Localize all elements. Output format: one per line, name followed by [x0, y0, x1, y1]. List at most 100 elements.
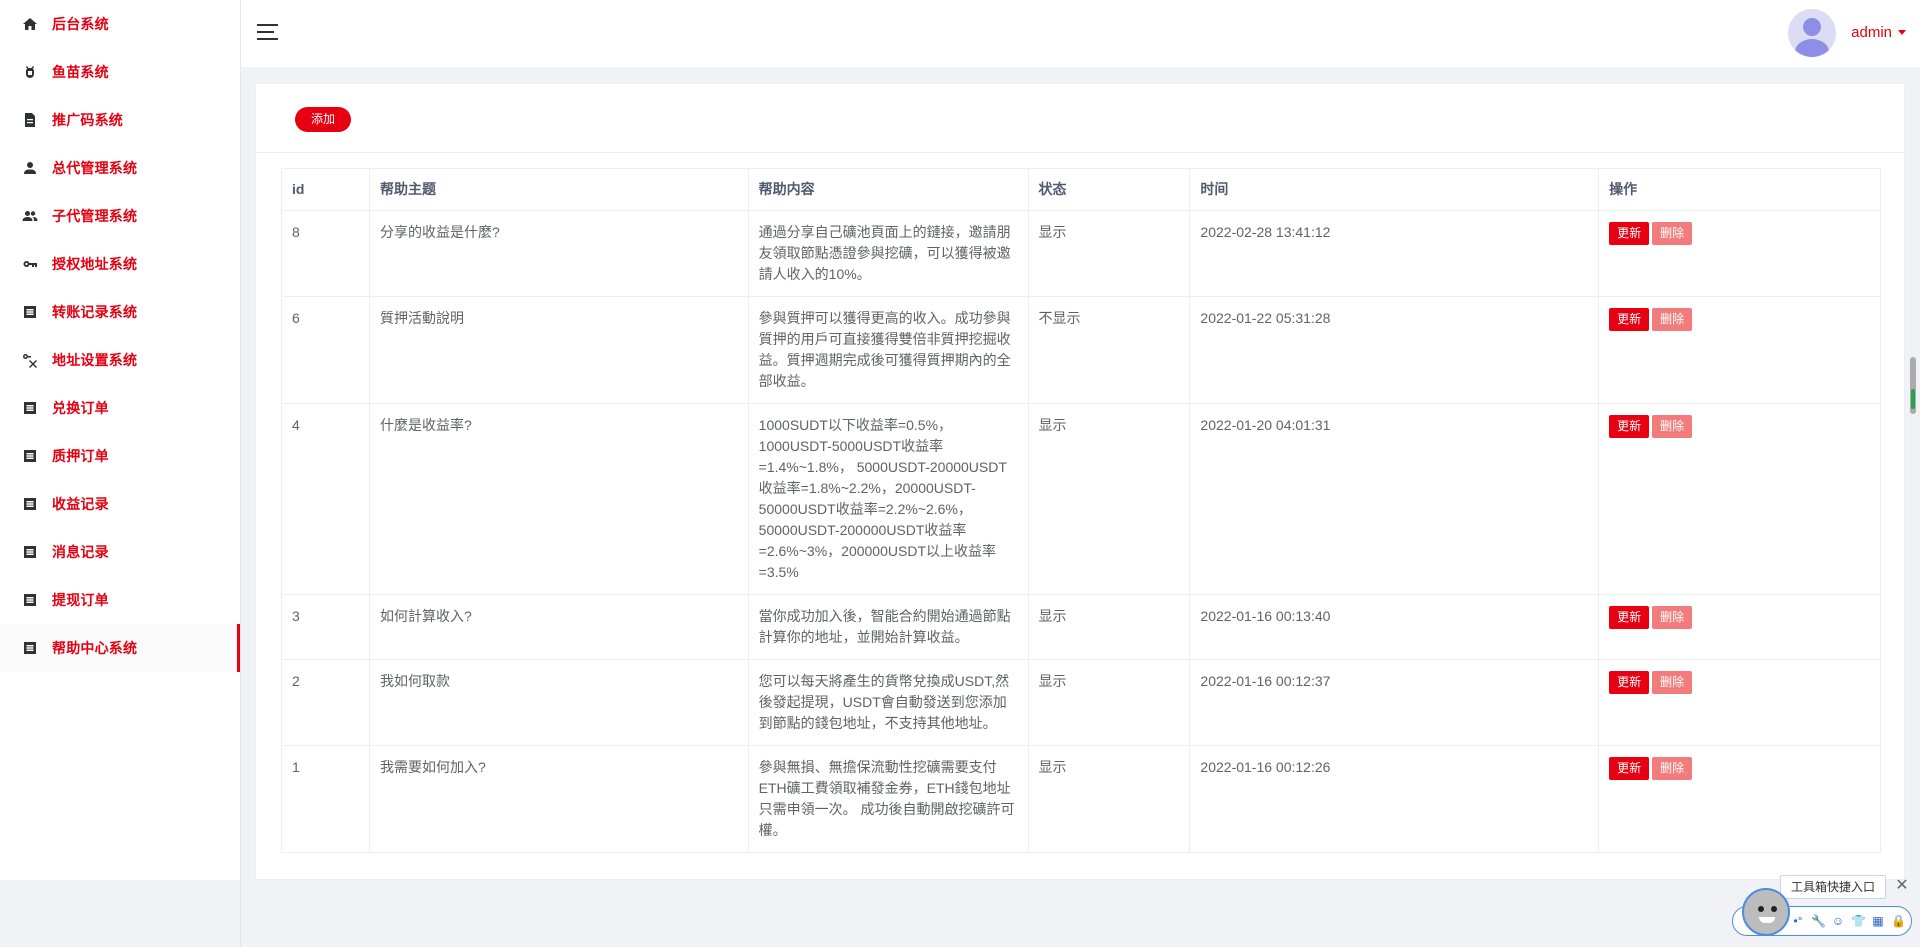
caret-down-icon [1898, 30, 1906, 35]
grid-icon[interactable]: ▦ [1871, 914, 1885, 928]
cell-topic: 如何計算收入? [368, 594, 749, 660]
table-row: 4 什麼是收益率? 1000SUDT以下收益率=0.5%，1000USDT-5000… [281, 403, 1881, 595]
cell-id: 3 [281, 594, 370, 660]
cell-topic: 我需要如何加入? [368, 745, 749, 853]
cell-status: 显示 [1027, 659, 1191, 746]
sidebar-item-11[interactable]: 消息记录 [0, 528, 240, 576]
sidebar-item-label: 后台系统 [52, 16, 109, 32]
sidebar-item-1[interactable]: 鱼苗系统 [0, 48, 240, 96]
sidebar-item-7[interactable]: 地址设置系统 [0, 336, 240, 384]
menu-toggle-icon[interactable] [257, 24, 278, 42]
cell-actions: 更新 删除 [1598, 403, 1881, 595]
cell-id: 6 [281, 296, 370, 404]
cell-time: 2022-01-22 05:31:28 [1189, 296, 1600, 404]
delete-button[interactable]: 删除 [1652, 671, 1693, 694]
sidebar-item-12[interactable]: 提现订单 [0, 576, 240, 624]
cell-topic: 分享的收益是什麼? [368, 210, 749, 297]
cell-time: 2022-01-16 00:12:37 [1189, 659, 1600, 746]
sidebar: 后台系统鱼苗系统推广码系统总代管理系统子代管理系统 授权地址系统转账记录系统地址设… [0, 0, 240, 880]
add-button[interactable]: 添加 [295, 107, 352, 132]
cell-topic: 我如何取款 [368, 659, 749, 746]
table-row: 3 如何計算收入? 當你成功加入後，智能合約開始通過節點計算你的地址，並開始計算收益… [281, 594, 1881, 660]
punctuation-icon[interactable]: •° [1791, 914, 1805, 928]
list-icon [22, 640, 38, 656]
sidebar-item-3[interactable]: 总代管理系统 [0, 144, 240, 192]
wrench-icon[interactable]: 🔧 [1811, 914, 1826, 928]
cell-status: 显示 [1027, 594, 1191, 660]
col-header-topic: 帮助主题 [368, 168, 749, 211]
sidebar-item-label: 帮助中心系统 [52, 640, 138, 656]
list-icon [22, 544, 38, 560]
table-header-row: id 帮助主题 帮助内容 状态 时间 操作 [281, 168, 1881, 211]
toolbox-label[interactable]: 工具箱快捷入口 [1779, 875, 1886, 899]
card-toolbar: 添加 [256, 84, 1904, 153]
content-card: 添加 id 帮助主题 帮助内容 状态 时间 操作 8 分享的收益是什麼? 通過分享自… [255, 83, 1905, 880]
delete-button[interactable]: 删除 [1652, 757, 1693, 780]
cell-actions: 更新 删除 [1598, 659, 1881, 746]
update-button[interactable]: 更新 [1609, 606, 1650, 629]
cell-id: 8 [281, 210, 370, 297]
sidebar-item-4[interactable]: 子代管理系统 [0, 192, 240, 240]
update-button[interactable]: 更新 [1609, 671, 1650, 694]
cell-actions: 更新 删除 [1598, 745, 1881, 853]
list-icon [22, 448, 38, 464]
close-icon[interactable]: ✕ [1892, 876, 1912, 896]
cell-id: 1 [281, 745, 370, 853]
cell-status: 显示 [1027, 745, 1191, 853]
sidebar-item-label: 收益记录 [52, 496, 109, 512]
sidebar-item-5[interactable]: 授权地址系统 [0, 240, 240, 288]
sidebar-item-label: 转账记录系统 [52, 304, 138, 320]
cell-content: 參與質押可以獲得更高的收入。成功參與質押的用戶可直接獲得雙倍非質押挖掘收益。質押… [747, 296, 1029, 404]
sidebar-item-6[interactable]: 转账记录系统 [0, 288, 240, 336]
update-button[interactable]: 更新 [1609, 222, 1650, 245]
sidebar-item-13[interactable]: 帮助中心系统 [0, 624, 240, 672]
cell-actions: 更新 删除 [1598, 210, 1881, 297]
cell-time: 2022-01-16 00:12:26 [1189, 745, 1600, 853]
delete-button[interactable]: 删除 [1652, 308, 1693, 331]
table-row: 2 我如何取款 您可以每天將產生的貨幣兌換成USDT,然後發起提現，USDT會自動發… [281, 659, 1881, 746]
username-label: admin [1851, 24, 1892, 41]
sidebar-item-8[interactable]: 兑换订单 [0, 384, 240, 432]
emoji-icon[interactable]: ☺ [1831, 914, 1845, 928]
sidebar-item-label: 总代管理系统 [52, 160, 138, 176]
update-button[interactable]: 更新 [1609, 415, 1650, 438]
list-icon [22, 400, 38, 416]
table-row: 6 質押活動說明 參與質押可以獲得更高的收入。成功參與質押的用戶可直接獲得雙倍非質押… [281, 296, 1881, 404]
sidebar-item-label: 推广码系统 [52, 112, 123, 128]
cell-id: 4 [281, 403, 370, 595]
table-row: 8 分享的收益是什麼? 通過分享自己礦池頁面上的鏈接，邀請朋友領取節點憑證參與挖礦，… [281, 210, 1881, 297]
sidebar-item-0[interactable]: 后台系统 [0, 0, 240, 48]
cell-time: 2022-02-28 13:41:12 [1189, 210, 1600, 297]
col-header-time: 时间 [1189, 168, 1600, 211]
cell-status: 显示 [1027, 210, 1191, 297]
scrollbar[interactable] [1910, 357, 1916, 414]
delete-button[interactable]: 删除 [1652, 415, 1693, 438]
sidebar-item-label: 鱼苗系统 [52, 64, 109, 80]
key-settings-icon [22, 352, 38, 368]
list-icon [22, 592, 38, 608]
cell-id: 2 [281, 659, 370, 746]
lock-icon[interactable]: 🔒 [1891, 914, 1906, 928]
col-header-content: 帮助内容 [747, 168, 1029, 211]
list-icon [22, 304, 38, 320]
update-button[interactable]: 更新 [1609, 308, 1650, 331]
avatar[interactable] [1788, 9, 1836, 57]
delete-button[interactable]: 删除 [1652, 606, 1693, 629]
sidebar-item-9[interactable]: 质押订单 [0, 432, 240, 480]
mascot-icon[interactable] [1742, 888, 1790, 936]
sidebar-item-10[interactable]: 收益记录 [0, 480, 240, 528]
user-icon [22, 160, 38, 176]
cell-status: 显示 [1027, 403, 1191, 595]
delete-button[interactable]: 删除 [1652, 222, 1693, 245]
user-menu[interactable]: admin [1851, 24, 1906, 41]
table-row: 1 我需要如何加入? 參與無損、無擔保流動性挖礦需要支付ETH礦工費領取補發金券，E… [281, 745, 1881, 853]
home-icon [22, 16, 38, 32]
sidebar-item-label: 兑换订单 [52, 400, 109, 416]
col-header-id: id [281, 168, 370, 211]
cell-actions: 更新 删除 [1598, 594, 1881, 660]
update-button[interactable]: 更新 [1609, 757, 1650, 780]
shirt-icon[interactable]: 👕 [1851, 914, 1866, 928]
sidebar-item-2[interactable]: 推广码系统 [0, 96, 240, 144]
cell-time: 2022-01-16 00:13:40 [1189, 594, 1600, 660]
cell-content: 參與無損、無擔保流動性挖礦需要支付ETH礦工費領取補發金券，ETH錢包地址只需申… [747, 745, 1029, 853]
